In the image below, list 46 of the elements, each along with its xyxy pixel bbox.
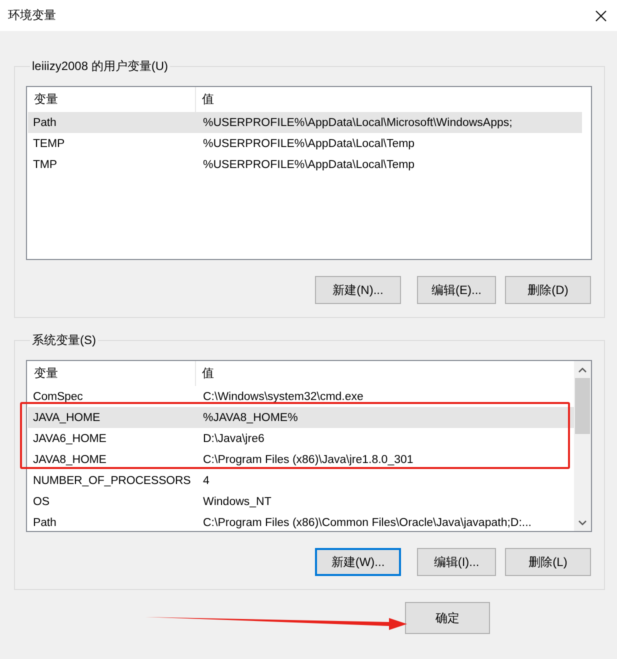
variable-name: TMP bbox=[32, 158, 58, 170]
list-row[interactable]: TEMP %USERPROFILE%\AppData\Local\Temp bbox=[28, 133, 582, 154]
variable-value: C:\Program Files (x86)\Common Files\Oracle\Java\javapath;D:... bbox=[202, 516, 532, 528]
variable-value: 4 bbox=[202, 474, 210, 486]
list-row[interactable]: JAVA6_HOME D:\Java\jre6 bbox=[28, 428, 574, 449]
action-button[interactable]: 编辑(I)... bbox=[417, 548, 496, 576]
variable-name: ComSpec bbox=[32, 390, 84, 402]
action-button[interactable]: 新建(W)... bbox=[315, 548, 401, 576]
action-button[interactable]: 新建(N)... bbox=[315, 276, 401, 304]
list-row[interactable]: TMP %USERPROFILE%\AppData\Local\Temp bbox=[28, 154, 582, 175]
variable-name: NUMBER_OF_PROCESSORS bbox=[32, 474, 192, 486]
variable-value: %JAVA8_HOME% bbox=[202, 412, 299, 424]
action-button[interactable]: 删除(D) bbox=[505, 276, 591, 304]
scrollbar[interactable] bbox=[574, 361, 591, 531]
variable-name: OS bbox=[32, 496, 50, 508]
variable-name: JAVA6_HOME bbox=[32, 432, 108, 444]
column-header[interactable]: 值 bbox=[196, 87, 582, 112]
variable-value: C:\Program Files (x86)\Java\jre1.8.0_301 bbox=[202, 454, 414, 466]
ok-button[interactable]: 确定 bbox=[405, 602, 490, 634]
column-header[interactable]: 值 bbox=[196, 361, 574, 386]
list-row[interactable]: Path C:\Program Files (x86)\Common Files\Oracle\Java\javapath;D:... bbox=[28, 512, 574, 531]
variable-name: TEMP bbox=[32, 138, 66, 150]
list-row[interactable]: JAVA_HOME %JAVA8_HOME% bbox=[28, 407, 574, 428]
scroll-thumb[interactable] bbox=[575, 378, 590, 434]
variable-value: %USERPROFILE%\AppData\Local\Temp bbox=[202, 138, 416, 150]
variable-name: Path bbox=[32, 516, 58, 528]
variable-value: D:\Java\jre6 bbox=[202, 432, 266, 444]
action-button[interactable]: 删除(L) bbox=[505, 548, 591, 576]
variable-name: JAVA_HOME bbox=[32, 412, 102, 424]
window-title: 环境变量 bbox=[8, 7, 56, 24]
list-row[interactable]: OS Windows_NT bbox=[28, 491, 574, 512]
close-icon[interactable] bbox=[595, 10, 607, 22]
variable-value: %USERPROFILE%\AppData\Local\Microsoft\WindowsApps; bbox=[202, 116, 514, 128]
variable-value: %USERPROFILE%\AppData\Local\Temp bbox=[202, 158, 416, 170]
group-label: leiiizy2008 的用户变量(U) bbox=[31, 58, 170, 75]
list-row[interactable]: NUMBER_OF_PROCESSORS 4 bbox=[28, 470, 574, 491]
variable-name: Path bbox=[32, 116, 58, 128]
variable-value: C:\Windows\system32\cmd.exe bbox=[202, 390, 364, 402]
list-row[interactable]: ComSpec C:\Windows\system32\cmd.exe bbox=[28, 386, 574, 407]
group-label: 系统变量(S) bbox=[31, 332, 97, 349]
variable-name: JAVA8_HOME bbox=[32, 454, 108, 466]
column-header[interactable]: 变量 bbox=[28, 361, 196, 386]
list-row[interactable]: Path %USERPROFILE%\AppData\Local\Microsoft\WindowsApps; bbox=[28, 112, 582, 133]
variable-value: Windows_NT bbox=[202, 496, 272, 508]
action-button[interactable]: 编辑(E)... bbox=[417, 276, 496, 304]
list-row[interactable]: JAVA8_HOME C:\Program Files (x86)\Java\jre1.8.0_301 bbox=[28, 449, 574, 470]
